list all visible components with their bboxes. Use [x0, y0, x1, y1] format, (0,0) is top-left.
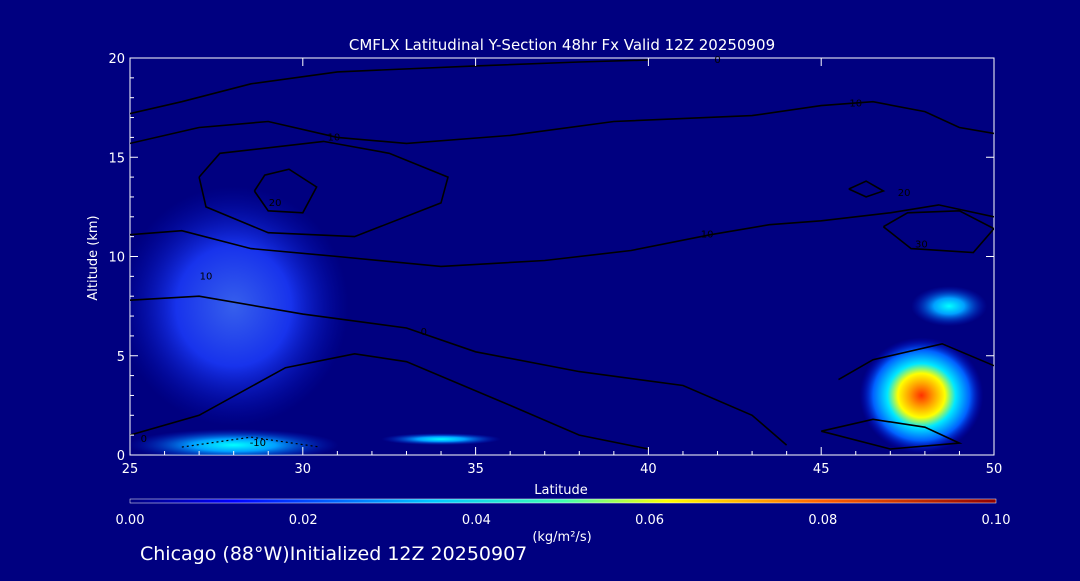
colorbar-gradient — [129, 498, 997, 504]
colorbar-tick-label: 0.08 — [808, 513, 837, 528]
contour-label: 20 — [898, 188, 911, 199]
x-axis-label: Latitude — [534, 483, 588, 498]
y-tick-label: 20 — [108, 52, 125, 67]
x-tick-label: 40 — [640, 462, 657, 477]
colorbar-tick-label: 0.04 — [462, 513, 491, 528]
contour-label: 0 — [714, 55, 720, 66]
footer-initialized: Initialized 12Z 20250907 — [289, 543, 528, 565]
colorbar-tick-label: 0.06 — [635, 513, 664, 528]
chart-stage: 0 0 0 10 10 10 10 20 20 30 -10 25 30 35 40 45 50 0 5 10 15 2… — [0, 0, 1080, 576]
x-tick-label: 35 — [467, 462, 484, 477]
contour-label: 0 — [141, 434, 147, 445]
filled-region — [859, 337, 984, 454]
contour-label: 0 — [421, 327, 427, 338]
chart-svg: 0 0 0 10 10 10 10 20 20 30 -10 25 30 35 40 45 50 0 5 10 15 2… — [86, 36, 1011, 545]
contour-label: 10 — [200, 271, 213, 282]
colorbar-tick-label: 0.02 — [289, 513, 318, 528]
footer-location: Chicago (88°W) — [140, 543, 290, 565]
colorbar-tick-label: 0.10 — [982, 513, 1011, 528]
colorbar-tick-label: 0.00 — [116, 513, 145, 528]
filled-region — [911, 286, 988, 327]
y-tick-label: 15 — [108, 151, 125, 166]
contour-label: 10 — [701, 230, 714, 241]
x-tick-label: 50 — [986, 462, 1003, 477]
x-tick-label: 25 — [122, 462, 139, 477]
y-tick-label: 0 — [117, 449, 125, 464]
colorbar-ticks: 0.00 0.02 0.04 0.06 0.08 0.10 — [116, 513, 1011, 528]
contour-label: 10 — [328, 132, 341, 143]
filled-region — [381, 433, 502, 446]
contour-label: 30 — [915, 240, 928, 251]
filled-region — [130, 186, 349, 427]
colorbar-unit-label: (kg/m²/s) — [532, 530, 591, 545]
x-tick-label: 45 — [813, 462, 830, 477]
footer-caption: Chicago (88°W)Initialized 12Z 20250907 — [140, 543, 527, 565]
contour-label: 20 — [269, 198, 282, 209]
chart-title: CMFLX Latitudinal Y-Section 48hr Fx Vali… — [349, 36, 775, 54]
x-tick-label: 30 — [295, 462, 312, 477]
colorbar — [129, 498, 997, 504]
y-axis-label: Altitude (km) — [86, 215, 101, 300]
contour-label: -10 — [250, 438, 266, 449]
y-tick-label: 10 — [108, 251, 125, 266]
contour-label: 10 — [849, 99, 862, 110]
y-tick-label: 5 — [117, 350, 125, 365]
